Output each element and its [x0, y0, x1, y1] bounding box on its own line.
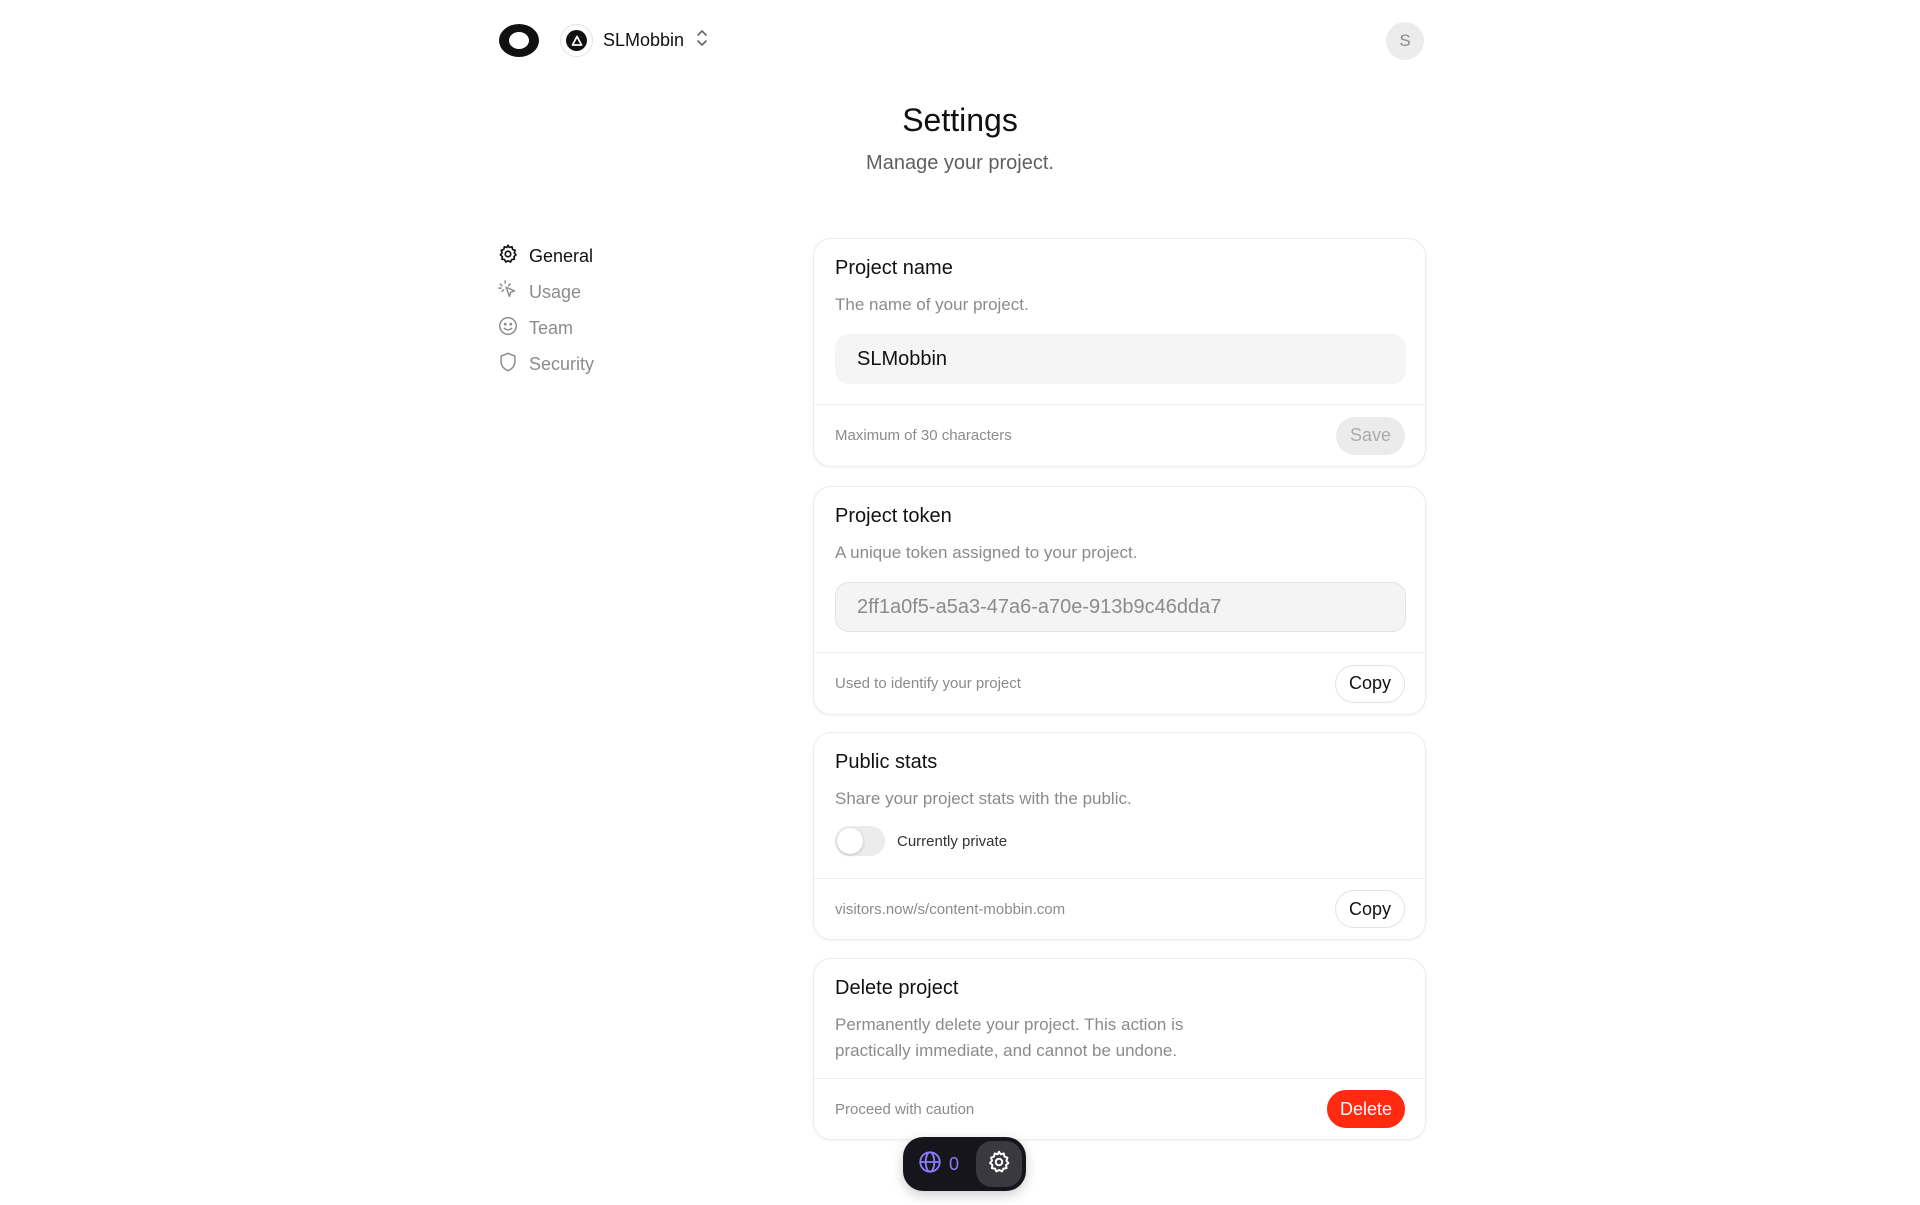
settings-sidebar: General Usage Team Security	[497, 238, 717, 382]
card-description: Share your project stats with the public…	[835, 789, 1132, 808]
card-title: Project name	[835, 257, 953, 279]
triangle-icon	[566, 30, 587, 51]
card-description: Permanently delete your project. This ac…	[835, 1012, 1405, 1064]
page-subtitle: Manage your project.	[866, 152, 1054, 174]
copy-token-button[interactable]: Copy	[1334, 664, 1405, 703]
sidebar-item-label: Security	[529, 353, 595, 374]
smiley-icon	[497, 315, 519, 342]
page-title: Settings	[902, 102, 1018, 138]
description-line: practically immediate, and cannot be und…	[835, 1041, 1178, 1060]
gear-icon	[497, 243, 519, 270]
floating-toolbar: 0	[903, 1137, 1026, 1191]
project-name-input[interactable]	[835, 334, 1406, 384]
project-name-card: Project name The name of your project. M…	[813, 238, 1426, 467]
sidebar-item-team[interactable]: Team	[497, 310, 717, 346]
card-footer: visitors.now/s/content-mobbin.com Copy	[814, 878, 1425, 939]
toggle-knob	[837, 828, 863, 854]
sidebar-item-label: Usage	[529, 281, 582, 302]
sidebar-item-label: Team	[529, 317, 574, 338]
project-token-field[interactable]	[835, 582, 1406, 632]
chevron-up-down-icon	[694, 28, 710, 53]
top-header: SLMobbin S	[0, 0, 1920, 80]
public-stats-toggle[interactable]	[835, 826, 885, 856]
description-line: Permanently delete your project. This ac…	[835, 1015, 1184, 1034]
project-switcher[interactable]: SLMobbin	[560, 24, 710, 57]
visitor-count: 0	[949, 1153, 960, 1174]
sidebar-item-label: General	[529, 245, 594, 266]
gear-icon	[986, 1149, 1012, 1180]
save-button[interactable]: Save	[1335, 416, 1405, 455]
delete-project-card: Delete project Permanently delete your p…	[813, 958, 1426, 1140]
card-footer: Proceed with caution Delete	[814, 1078, 1425, 1139]
footer-hint: Proceed with caution	[835, 1100, 975, 1118]
delete-button[interactable]: Delete	[1326, 1090, 1405, 1128]
card-title: Delete project	[835, 977, 959, 999]
live-visitors-counter[interactable]: 0	[917, 1149, 959, 1180]
settings-button[interactable]	[976, 1141, 1022, 1187]
toggle-label: Currently private	[897, 832, 1008, 850]
globe-icon	[917, 1149, 943, 1180]
card-description: A unique token assigned to your project.	[835, 543, 1138, 562]
cursor-click-icon	[497, 279, 519, 306]
shield-icon	[497, 351, 519, 378]
user-avatar[interactable]: S	[1386, 22, 1424, 60]
card-footer: Used to identify your project Copy	[814, 652, 1425, 714]
sidebar-item-general[interactable]: General	[497, 238, 717, 274]
app-logo[interactable]	[499, 24, 539, 57]
sidebar-item-usage[interactable]: Usage	[497, 274, 717, 310]
card-title: Public stats	[835, 751, 938, 773]
card-description: The name of your project.	[835, 295, 1029, 314]
sidebar-item-security[interactable]: Security	[497, 346, 717, 382]
footer-hint: Maximum of 30 characters	[835, 427, 1012, 444]
copy-url-button[interactable]: Copy	[1334, 890, 1405, 928]
footer-hint: Used to identify your project	[835, 675, 1021, 692]
project-avatar	[560, 24, 593, 57]
project-token-card: Project token A unique token assigned to…	[813, 486, 1426, 715]
public-stats-url: visitors.now/s/content-mobbin.com	[835, 900, 1066, 918]
public-stats-card: Public stats Share your project stats wi…	[813, 732, 1426, 940]
visibility-toggle-row: Currently private	[835, 826, 1007, 856]
card-title: Project token	[835, 505, 952, 527]
project-name-label: SLMobbin	[603, 30, 685, 50]
card-footer: Maximum of 30 characters Save	[814, 404, 1425, 466]
